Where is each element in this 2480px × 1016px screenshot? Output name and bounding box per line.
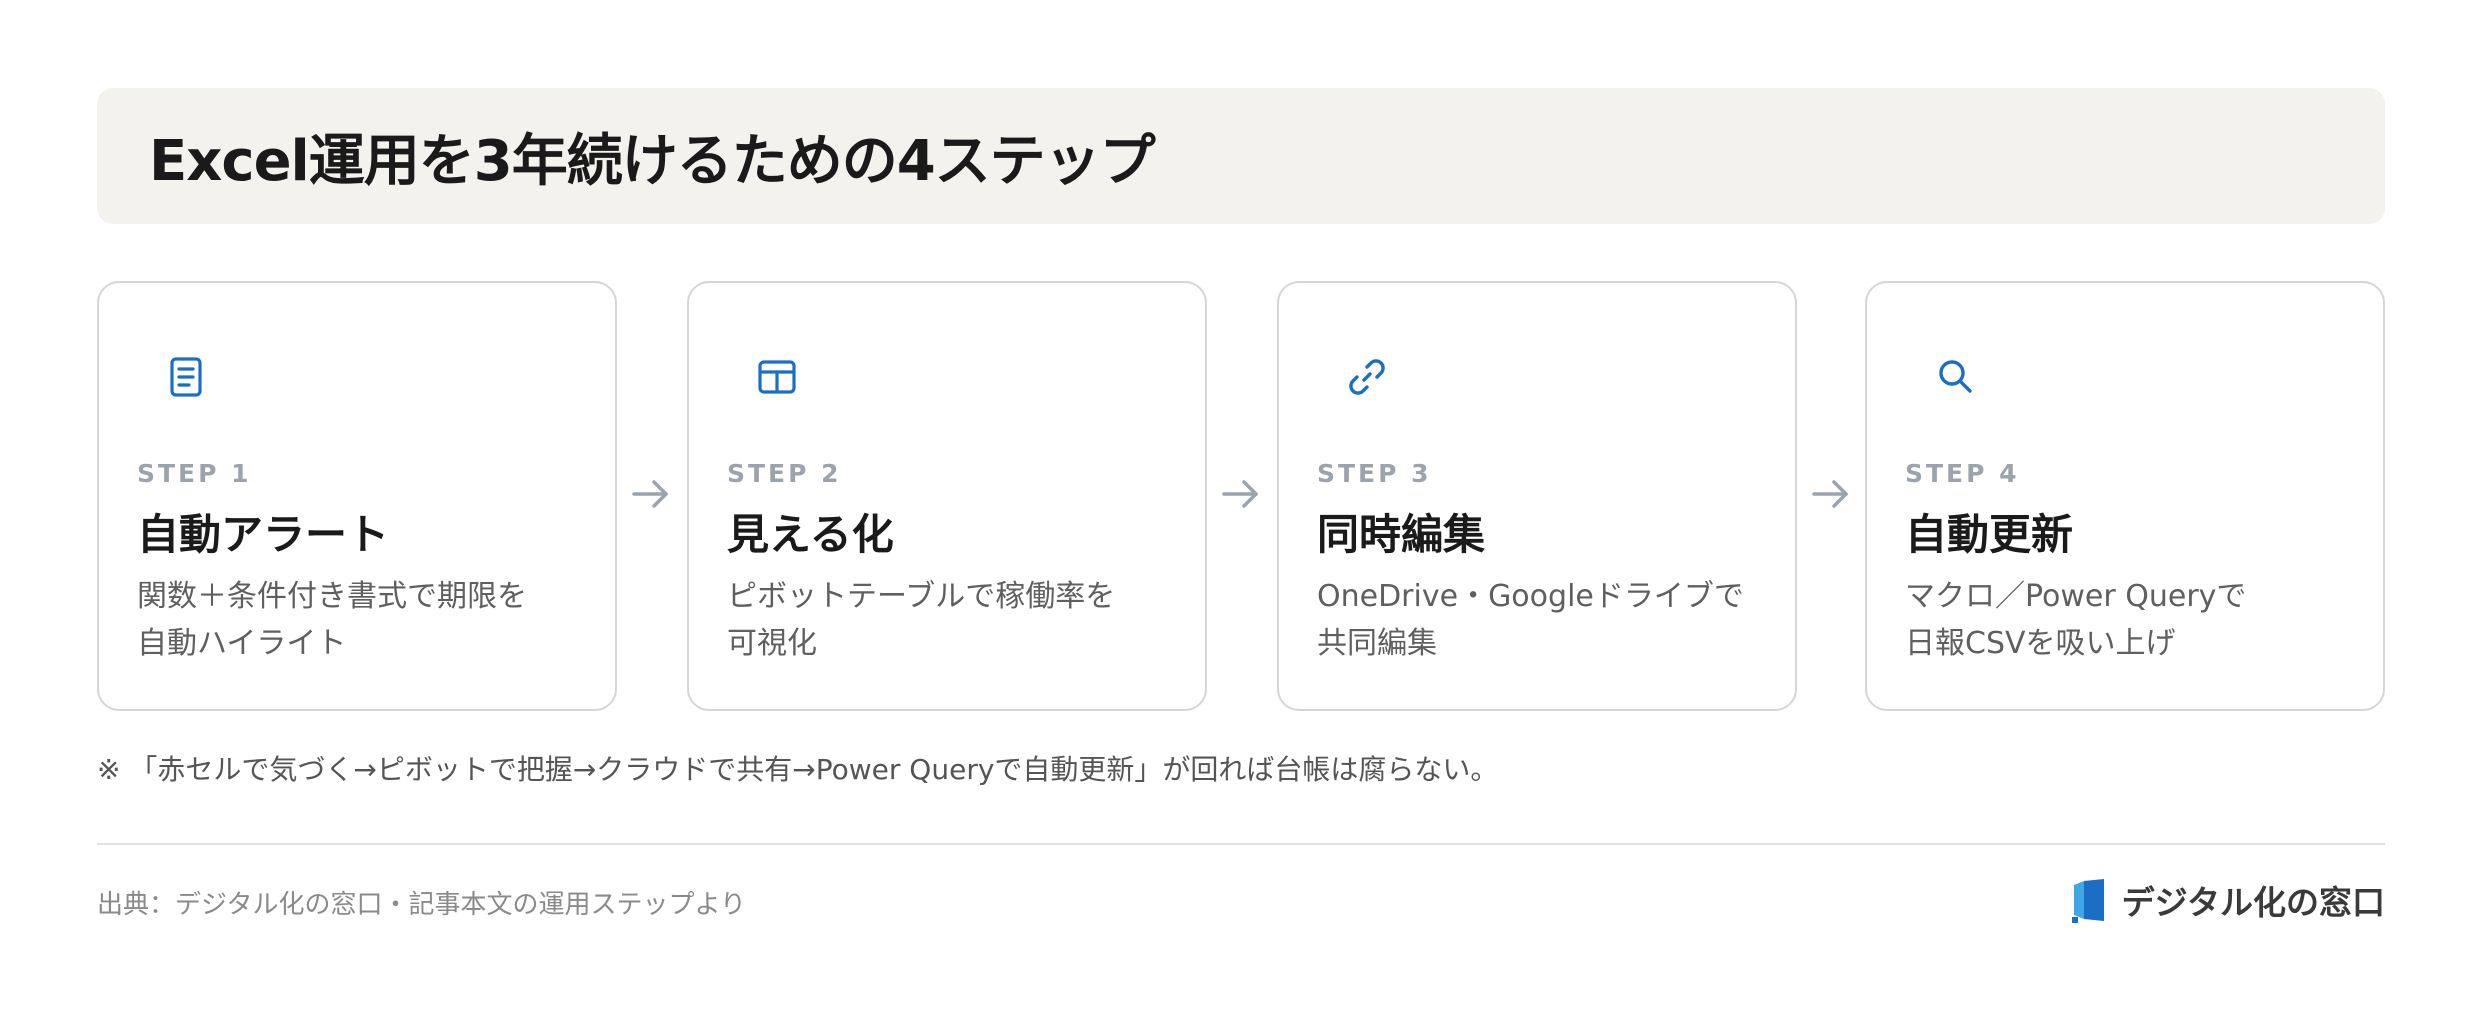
step-description-line: ピボットテーブルで稼働率を [727, 579, 1116, 614]
step-title: 同時編集 [1317, 510, 1486, 559]
page-title: Excel運用を3年続けるための4ステップ [149, 128, 1156, 194]
title-banner: Excel運用を3年続けるための4ステップ [97, 88, 2385, 224]
arrow-right-icon [1218, 471, 1264, 517]
step-card-3: STEP 3 同時編集 OneDrive・Googleドライブで 共同編集 [1277, 281, 1797, 711]
step-description-line: 自動ハイライト [137, 626, 347, 661]
step-description-line: 関数＋条件付き書式で期限を [137, 579, 527, 614]
footnote: ※ 「赤セルで気づく→ピボットで把握→クラウドで共有→Power Queryで自… [97, 753, 1499, 786]
step-label: STEP 4 [1905, 459, 2020, 488]
step-card-1: STEP 1 自動アラート 関数＋条件付き書式で期限を 自動ハイライト [97, 281, 617, 711]
link-icon [1343, 353, 1391, 401]
brand-logo-block: デジタル化の窓口 [2070, 876, 2385, 924]
step-card-2: STEP 2 見える化 ピボットテーブルで稼働率を 可視化 [687, 281, 1207, 711]
step-description: ピボットテーブルで稼働率を 可視化 [727, 573, 1187, 667]
step-description-line: 日報CSVを吸い上げ [1905, 626, 2176, 661]
step-card-4: STEP 4 自動更新 マクロ／Power Queryで 日報CSVを吸い上げ [1865, 281, 2385, 711]
step-description-line: 共同編集 [1317, 626, 1437, 661]
divider [97, 843, 2385, 845]
step-label: STEP 1 [137, 459, 252, 488]
step-label: STEP 2 [727, 459, 842, 488]
window-logo-icon [2070, 877, 2108, 923]
step-label: STEP 3 [1317, 459, 1432, 488]
document-icon [163, 353, 211, 401]
step-description: OneDrive・Googleドライブで 共同編集 [1317, 573, 1777, 667]
step-description-line: OneDrive・Googleドライブで [1317, 579, 1744, 614]
step-title: 見える化 [727, 510, 894, 559]
table-icon [753, 353, 801, 401]
arrow-right-icon [1808, 471, 1854, 517]
step-description-line: マクロ／Power Queryで [1905, 579, 2247, 614]
step-description-line: 可視化 [727, 626, 817, 661]
brand-name: デジタル化の窓口 [2121, 883, 2385, 922]
step-title: 自動アラート [137, 510, 390, 559]
step-title: 自動更新 [1905, 510, 2074, 559]
steps-row: STEP 1 自動アラート 関数＋条件付き書式で期限を 自動ハイライト STEP… [97, 281, 2385, 711]
search-icon [1931, 353, 1979, 401]
source-credit: 出典：デジタル化の窓口・記事本文の運用ステップより [97, 890, 746, 920]
step-description: 関数＋条件付き書式で期限を 自動ハイライト [137, 573, 597, 667]
arrow-right-icon [628, 471, 674, 517]
step-description: マクロ／Power Queryで 日報CSVを吸い上げ [1905, 573, 2365, 667]
